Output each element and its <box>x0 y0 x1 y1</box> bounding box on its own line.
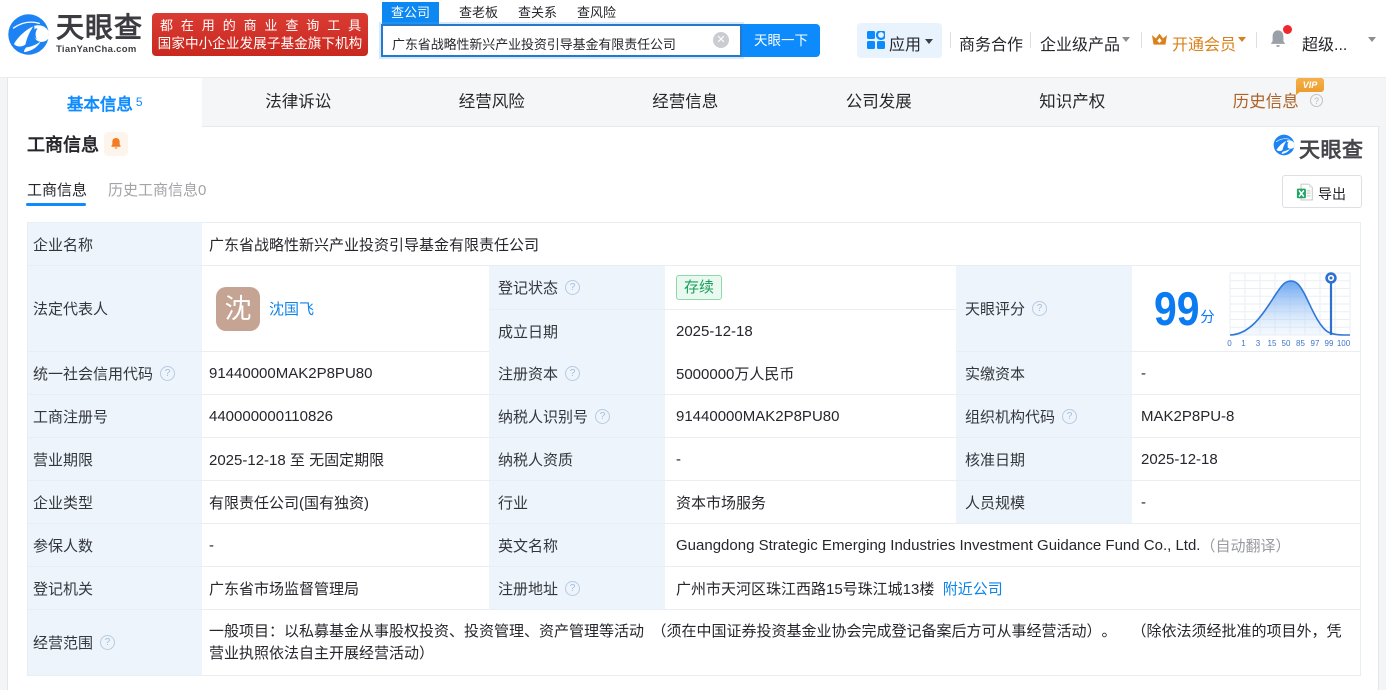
svg-text:85: 85 <box>1296 339 1305 348</box>
svg-text:1: 1 <box>1241 339 1246 348</box>
svg-text:99: 99 <box>1325 339 1334 348</box>
svg-text:3: 3 <box>1256 339 1261 348</box>
svg-text:15: 15 <box>1268 339 1277 348</box>
svg-text:97: 97 <box>1311 339 1320 348</box>
svg-text:50: 50 <box>1282 339 1291 348</box>
svg-text:0: 0 <box>1227 339 1232 348</box>
svg-text:100: 100 <box>1337 339 1351 348</box>
